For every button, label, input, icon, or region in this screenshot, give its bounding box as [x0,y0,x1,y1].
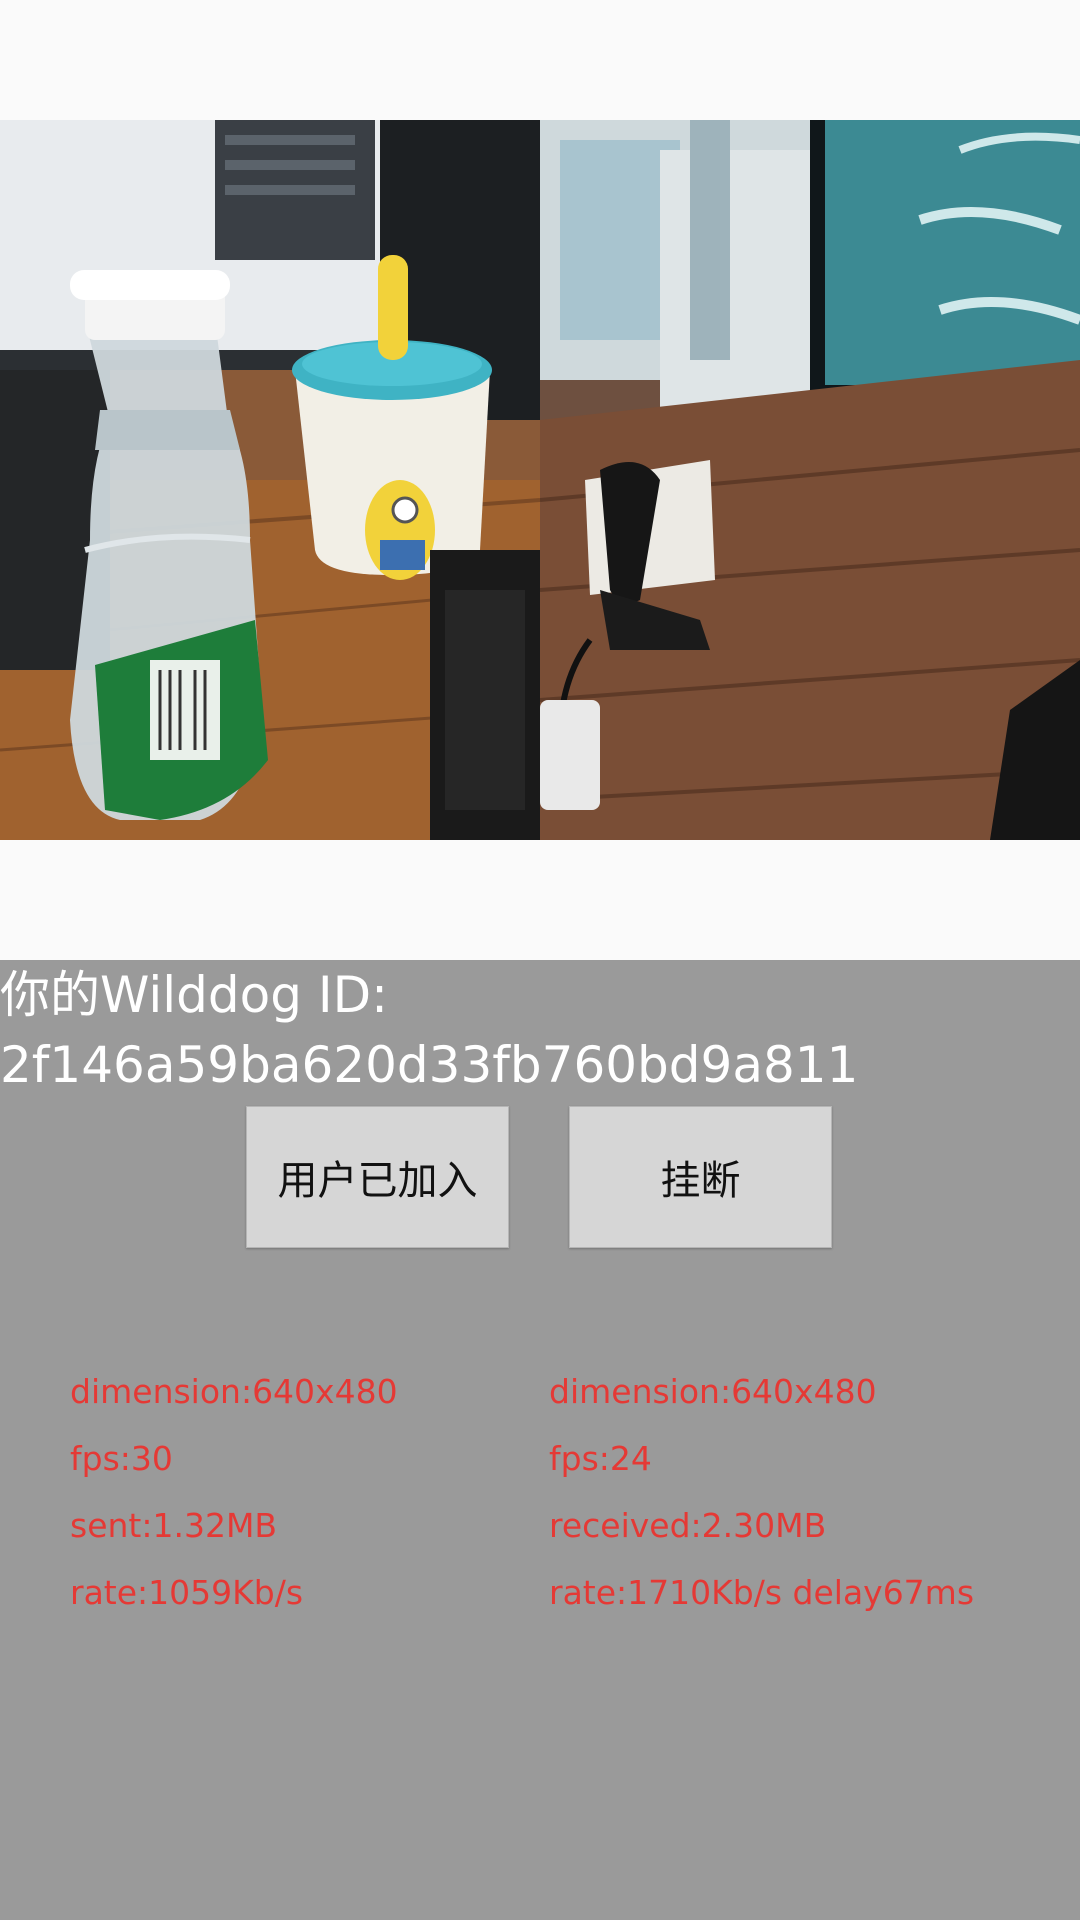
remote-rate-text: rate:1710Kb/s delay67ms [549,1573,975,1612]
local-video-view [0,120,540,840]
local-sent-text: sent:1.32MB [70,1506,278,1545]
remote-received-text: received:2.30MB [549,1506,827,1545]
local-rate-text: rate:1059Kb/s [70,1573,304,1612]
local-dimension-text: dimension:640x480 [70,1372,398,1411]
remote-video-frame [540,120,1080,840]
local-fps-text: fps:30 [70,1439,173,1478]
remote-video-view [540,120,1080,840]
video-row [0,120,1080,840]
remote-fps-text: fps:24 [549,1439,652,1478]
top-spacer [0,0,1080,120]
wilddog-id-value: 2f146a59ba620d33fb760bd9a811 [0,1036,859,1094]
mid-spacer [0,840,1080,960]
remote-stats: dimension:640x480 fps:24 received:2.30MB… [549,1358,974,1626]
wilddog-id-label: 你的Wilddog ID: [0,966,388,1024]
local-stats: dimension:640x480 fps:30 sent:1.32MB rat… [70,1358,398,1626]
video-call-screen: 你的Wilddog ID: 2f146a59ba620d33fb760bd9a8… [0,0,1080,1920]
local-video-frame [0,120,540,840]
user-joined-button[interactable]: 用户已加入 [246,1106,509,1248]
remote-dimension-text: dimension:640x480 [549,1372,877,1411]
hangup-button[interactable]: 挂断 [569,1106,832,1248]
